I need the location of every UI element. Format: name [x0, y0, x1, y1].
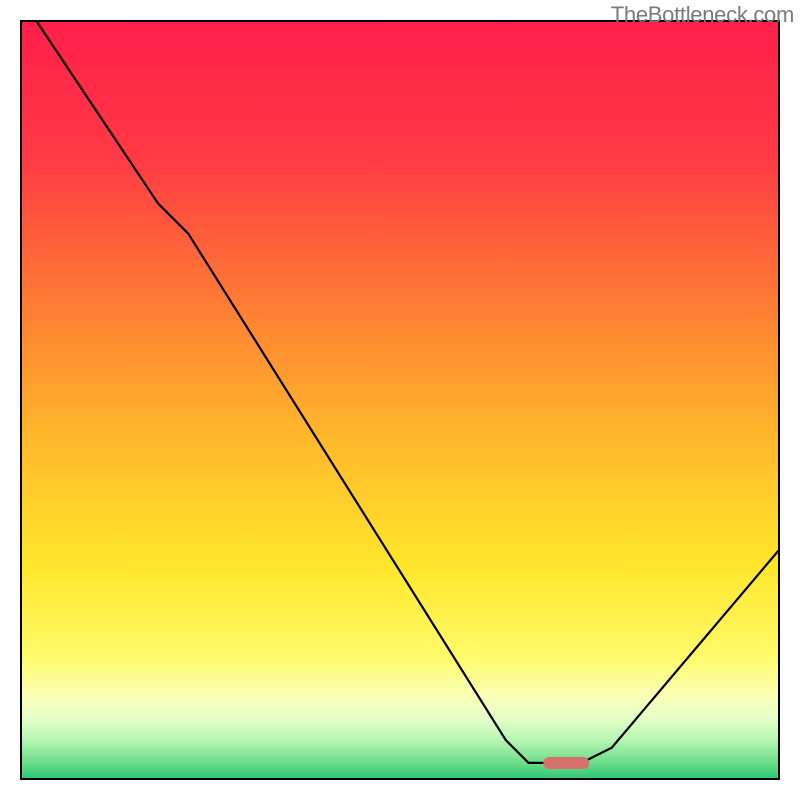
watermark-text: TheBottleneck.com: [611, 2, 794, 28]
plot-area: [20, 20, 780, 780]
minimum-marker: [544, 757, 589, 769]
curve-line: [22, 22, 778, 778]
bottleneck-chart: TheBottleneck.com: [0, 0, 800, 800]
